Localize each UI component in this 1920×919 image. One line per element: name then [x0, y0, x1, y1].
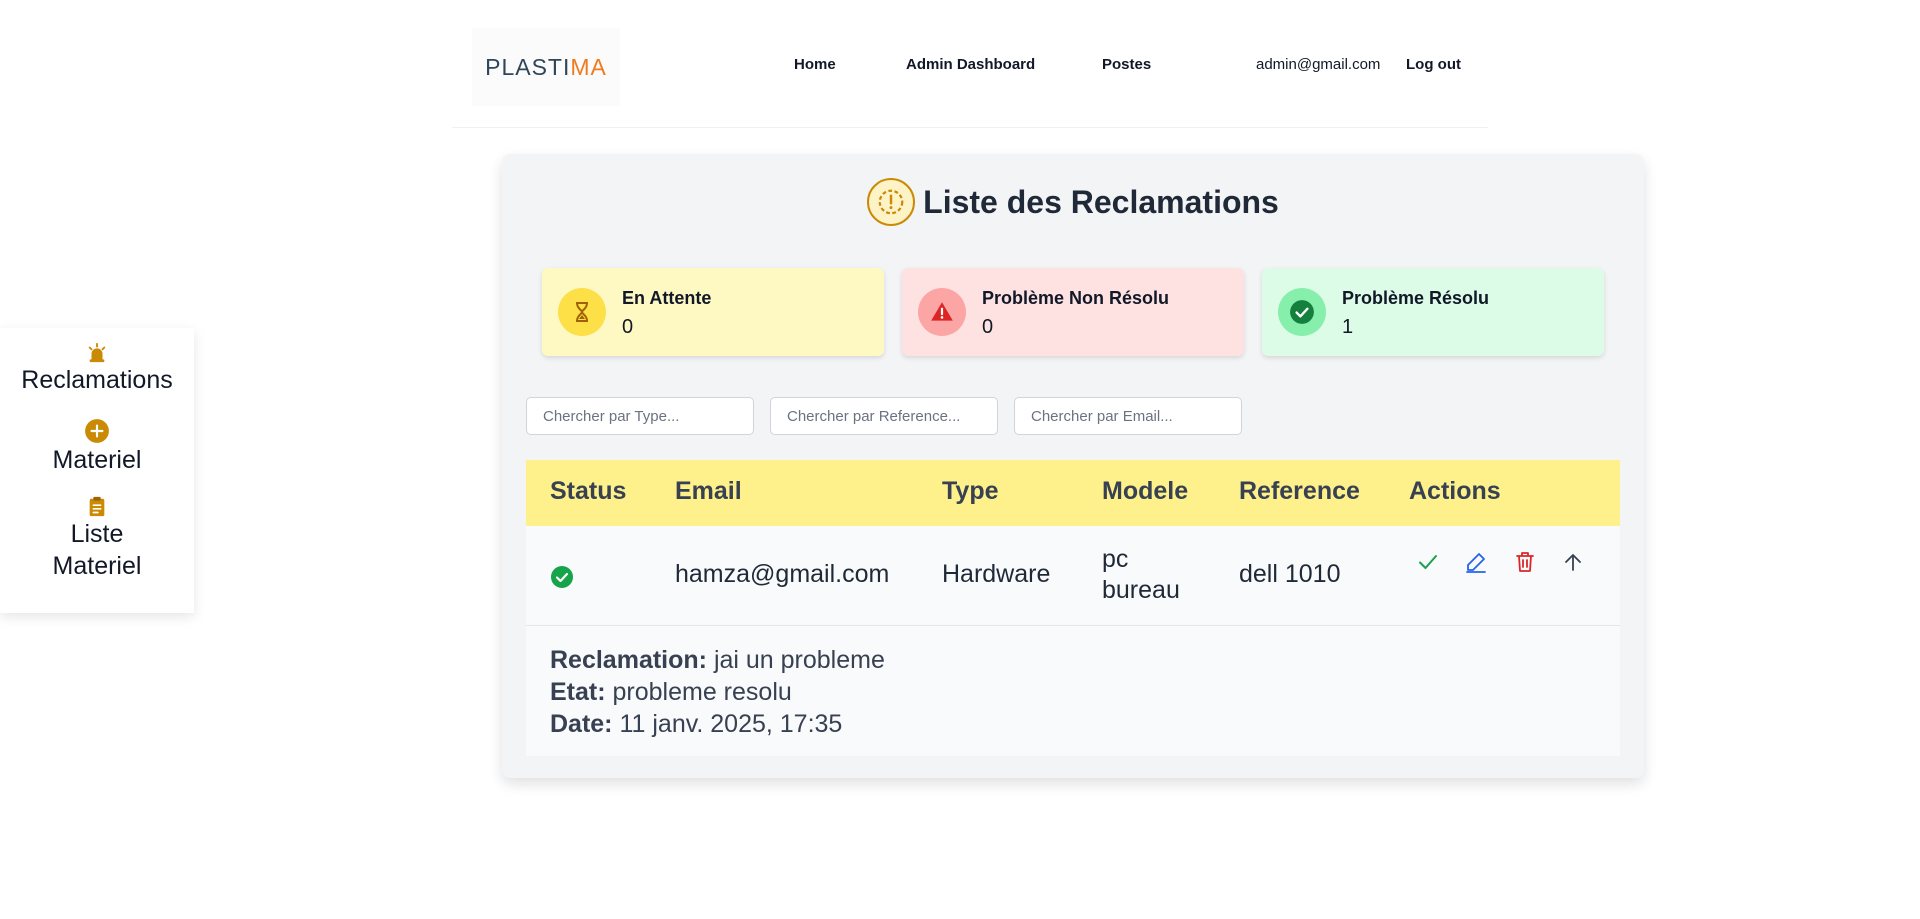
alarm-light-icon — [88, 342, 106, 363]
column-header-email: Email — [675, 477, 742, 505]
column-header-type: Type — [942, 477, 999, 505]
cell-type: Hardware — [942, 560, 1051, 588]
detail-reclamation: Reclamation: jai un probleme — [550, 646, 885, 674]
stat-value: 1 — [1342, 316, 1354, 338]
trash-icon[interactable] — [1513, 550, 1537, 574]
logo-text: PLASTIMA — [485, 53, 607, 80]
row-detail: Reclamation: jai un probleme Etat: probl… — [526, 626, 1620, 756]
stat-card-non-resolu: Problème Non Résolu 0 — [902, 268, 1244, 356]
stat-label: En Attente — [622, 288, 712, 308]
column-header-modele: Modele — [1102, 477, 1189, 505]
column-header-actions: Actions — [1409, 477, 1501, 505]
stat-value: 0 — [982, 316, 994, 338]
clipboard-list-icon — [89, 496, 105, 517]
search-email-input[interactable] — [1014, 397, 1242, 435]
reclamations-card: Liste des Reclamations En Attente 0 Prob… — [502, 154, 1644, 778]
reclamations-table: Status Email Type Modele Reference Actio… — [526, 460, 1620, 756]
cell-modele: pc bureau — [1102, 545, 1180, 604]
detail-etat: Etat: probleme resolu — [550, 678, 792, 706]
table-header: Status Email Type Modele Reference Actio… — [526, 460, 1620, 526]
plus-circle-icon — [85, 419, 109, 443]
column-header-status: Status — [550, 477, 627, 505]
alert-circle-icon — [867, 178, 916, 226]
logout-button[interactable]: Log out — [1406, 56, 1461, 73]
status-resolved-icon — [551, 566, 573, 588]
user-email: admin@gmail.com — [1256, 56, 1381, 73]
stat-value: 0 — [622, 316, 634, 338]
nav-link-home[interactable]: Home — [794, 56, 836, 73]
table-row[interactable]: hamza@gmail.com Hardware pc bureau dell 1… — [526, 526, 1620, 626]
page-title: Liste des Reclamations — [923, 183, 1279, 220]
cell-email: hamza@gmail.com — [675, 560, 890, 588]
stat-label: Problème Résolu — [1342, 288, 1490, 308]
sidebar-item-label: Reclamations — [21, 366, 173, 394]
check-icon[interactable] — [1416, 550, 1440, 574]
stat-label: Problème Non Résolu — [982, 288, 1170, 308]
hourglass-icon — [558, 288, 606, 336]
cell-reference: dell 1010 — [1239, 560, 1341, 588]
sidebar-item-reclamations[interactable]: Reclamations — [0, 342, 194, 396]
sidebar-item-label: Liste Materiel — [52, 520, 142, 580]
page-header: Liste des Reclamations — [502, 178, 1644, 226]
sidebar-item-materiel[interactable]: Materiel — [0, 418, 194, 476]
sidebar: Reclamations Materiel Liste Materiel — [0, 328, 194, 613]
check-circle-icon — [1278, 288, 1326, 336]
logo[interactable]: PLASTIMA — [472, 28, 620, 106]
detail-date: Date: 11 janv. 2025, 17:35 — [550, 710, 843, 738]
column-header-reference: Reference — [1239, 477, 1360, 505]
stat-card-resolu: Problème Résolu 1 — [1262, 268, 1604, 356]
sidebar-item-liste-materiel[interactable]: Liste Materiel — [0, 496, 194, 582]
warning-triangle-icon — [918, 288, 966, 336]
sidebar-item-label: Materiel — [52, 446, 142, 474]
search-reference-input[interactable] — [770, 397, 998, 435]
arrow-up-icon[interactable] — [1561, 550, 1585, 574]
search-type-input[interactable] — [526, 397, 754, 435]
top-navbar: PLASTIMA Home Admin Dashboard Postes adm… — [452, 22, 1488, 128]
nav-link-postes[interactable]: Postes — [1102, 56, 1151, 73]
stat-card-en-attente: En Attente 0 — [542, 268, 884, 356]
nav-link-admin-dashboard[interactable]: Admin Dashboard — [906, 56, 1035, 73]
edit-icon[interactable] — [1464, 550, 1488, 574]
